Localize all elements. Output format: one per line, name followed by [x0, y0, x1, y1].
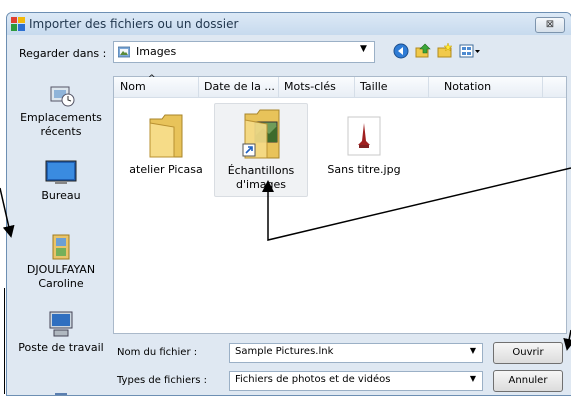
place-label: Bureau	[41, 189, 81, 202]
place-label: Emplacements récents	[20, 111, 102, 138]
jpg-file-icon	[347, 116, 381, 156]
chevron-down-icon[interactable]: ▼	[470, 346, 476, 355]
place-computer[interactable]: Poste de travail	[11, 309, 111, 355]
filetype-value: Fichiers de photos et de vidéos	[235, 374, 391, 385]
view-menu-icon[interactable]	[459, 43, 481, 59]
cancel-button[interactable]: Annuler	[493, 370, 563, 392]
place-desktop[interactable]: Bureau	[11, 159, 111, 203]
lookin-dropdown[interactable]: Images ▼	[113, 41, 375, 63]
chevron-down-icon[interactable]: ▼	[360, 44, 367, 54]
filetype-dropdown[interactable]: Fichiers de photos et de vidéos ▼	[229, 371, 483, 391]
place-recent[interactable]: Emplacements récents	[11, 81, 111, 139]
recent-places-icon	[50, 86, 75, 107]
title-bar[interactable]: Importer des fichiers ou un dossier ⊠	[7, 13, 571, 35]
user-folder-icon	[52, 234, 70, 260]
place-user[interactable]: DJOULFAYAN Caroline	[11, 231, 111, 291]
desktop-icon	[45, 160, 77, 184]
place-label: DJOULFAYAN Caroline	[26, 263, 96, 290]
filetype-label: Types de fichiers :	[117, 375, 207, 386]
chevron-down-icon[interactable]: ▼	[470, 374, 476, 383]
annotation-line	[4, 288, 5, 394]
column-header-row: Nom ^ Date de la ... Mots-clés Taille No…	[114, 74, 566, 98]
file-item[interactable]: atelier Picasa	[120, 113, 212, 177]
lookin-label: Regarder dans :	[19, 47, 107, 60]
file-name: atelier Picasa	[129, 163, 203, 176]
filename-value: Sample Pictures.lnk	[235, 346, 334, 357]
column-tags[interactable]: Mots-clés	[284, 80, 336, 93]
folder-shortcut-icon	[242, 109, 280, 159]
column-rating[interactable]: Notation	[444, 80, 491, 93]
file-name: Échantillons d'images	[227, 164, 295, 191]
file-list[interactable]: Nom ^ Date de la ... Mots-clés Taille No…	[113, 74, 567, 334]
column-size[interactable]: Taille	[360, 80, 388, 93]
back-icon[interactable]	[393, 43, 409, 59]
computer-icon	[49, 311, 73, 337]
filename-label: Nom du fichier :	[117, 347, 198, 358]
pictures-folder-icon	[118, 46, 130, 58]
close-button[interactable]: ⊠	[535, 17, 565, 33]
up-folder-icon[interactable]	[415, 43, 431, 59]
column-name[interactable]: Nom	[120, 80, 146, 93]
column-date[interactable]: Date de la ...	[204, 80, 275, 93]
file-item[interactable]: Sans titre.jpg	[318, 113, 410, 177]
lookin-value: Images	[136, 45, 177, 58]
folder-icon	[149, 114, 183, 158]
place-label: Poste de travail	[18, 341, 104, 354]
app-icon	[11, 17, 25, 31]
sort-ascending-icon: ^	[148, 74, 156, 84]
file-item-selected[interactable]: Échantillons d'images	[214, 103, 308, 197]
new-folder-icon[interactable]	[437, 43, 453, 59]
dialog-title: Importer des fichiers ou un dossier	[29, 17, 239, 31]
open-button[interactable]: Ouvrir	[493, 342, 563, 364]
file-name: Sans titre.jpg	[327, 163, 401, 176]
import-dialog: Importer des fichiers ou un dossier ⊠ Re…	[6, 12, 571, 396]
places-bar: Emplacements récents Bureau DJOULFAYAN C…	[11, 73, 111, 395]
filename-field[interactable]: Sample Pictures.lnk ▼	[229, 343, 483, 363]
